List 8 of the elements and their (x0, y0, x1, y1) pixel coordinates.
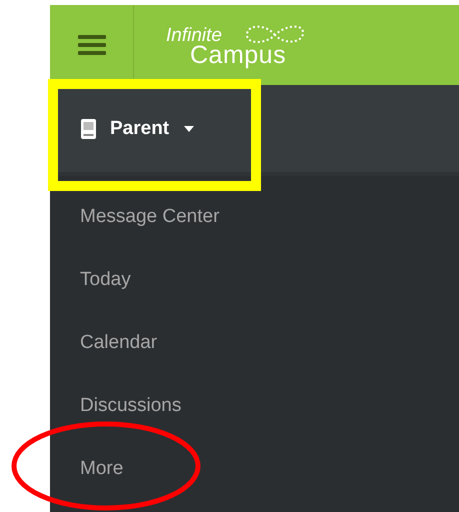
menu-icon (78, 34, 106, 56)
menu-item[interactable]: Today (80, 261, 131, 299)
menu-item[interactable]: More (80, 450, 124, 488)
book-icon (81, 118, 96, 138)
menu-item[interactable]: Discussions (80, 387, 182, 425)
menu-item[interactable]: Message Center (80, 198, 220, 236)
menu-item[interactable]: Calendar (80, 324, 158, 362)
role-dropdown[interactable]: Parent (79, 112, 198, 146)
